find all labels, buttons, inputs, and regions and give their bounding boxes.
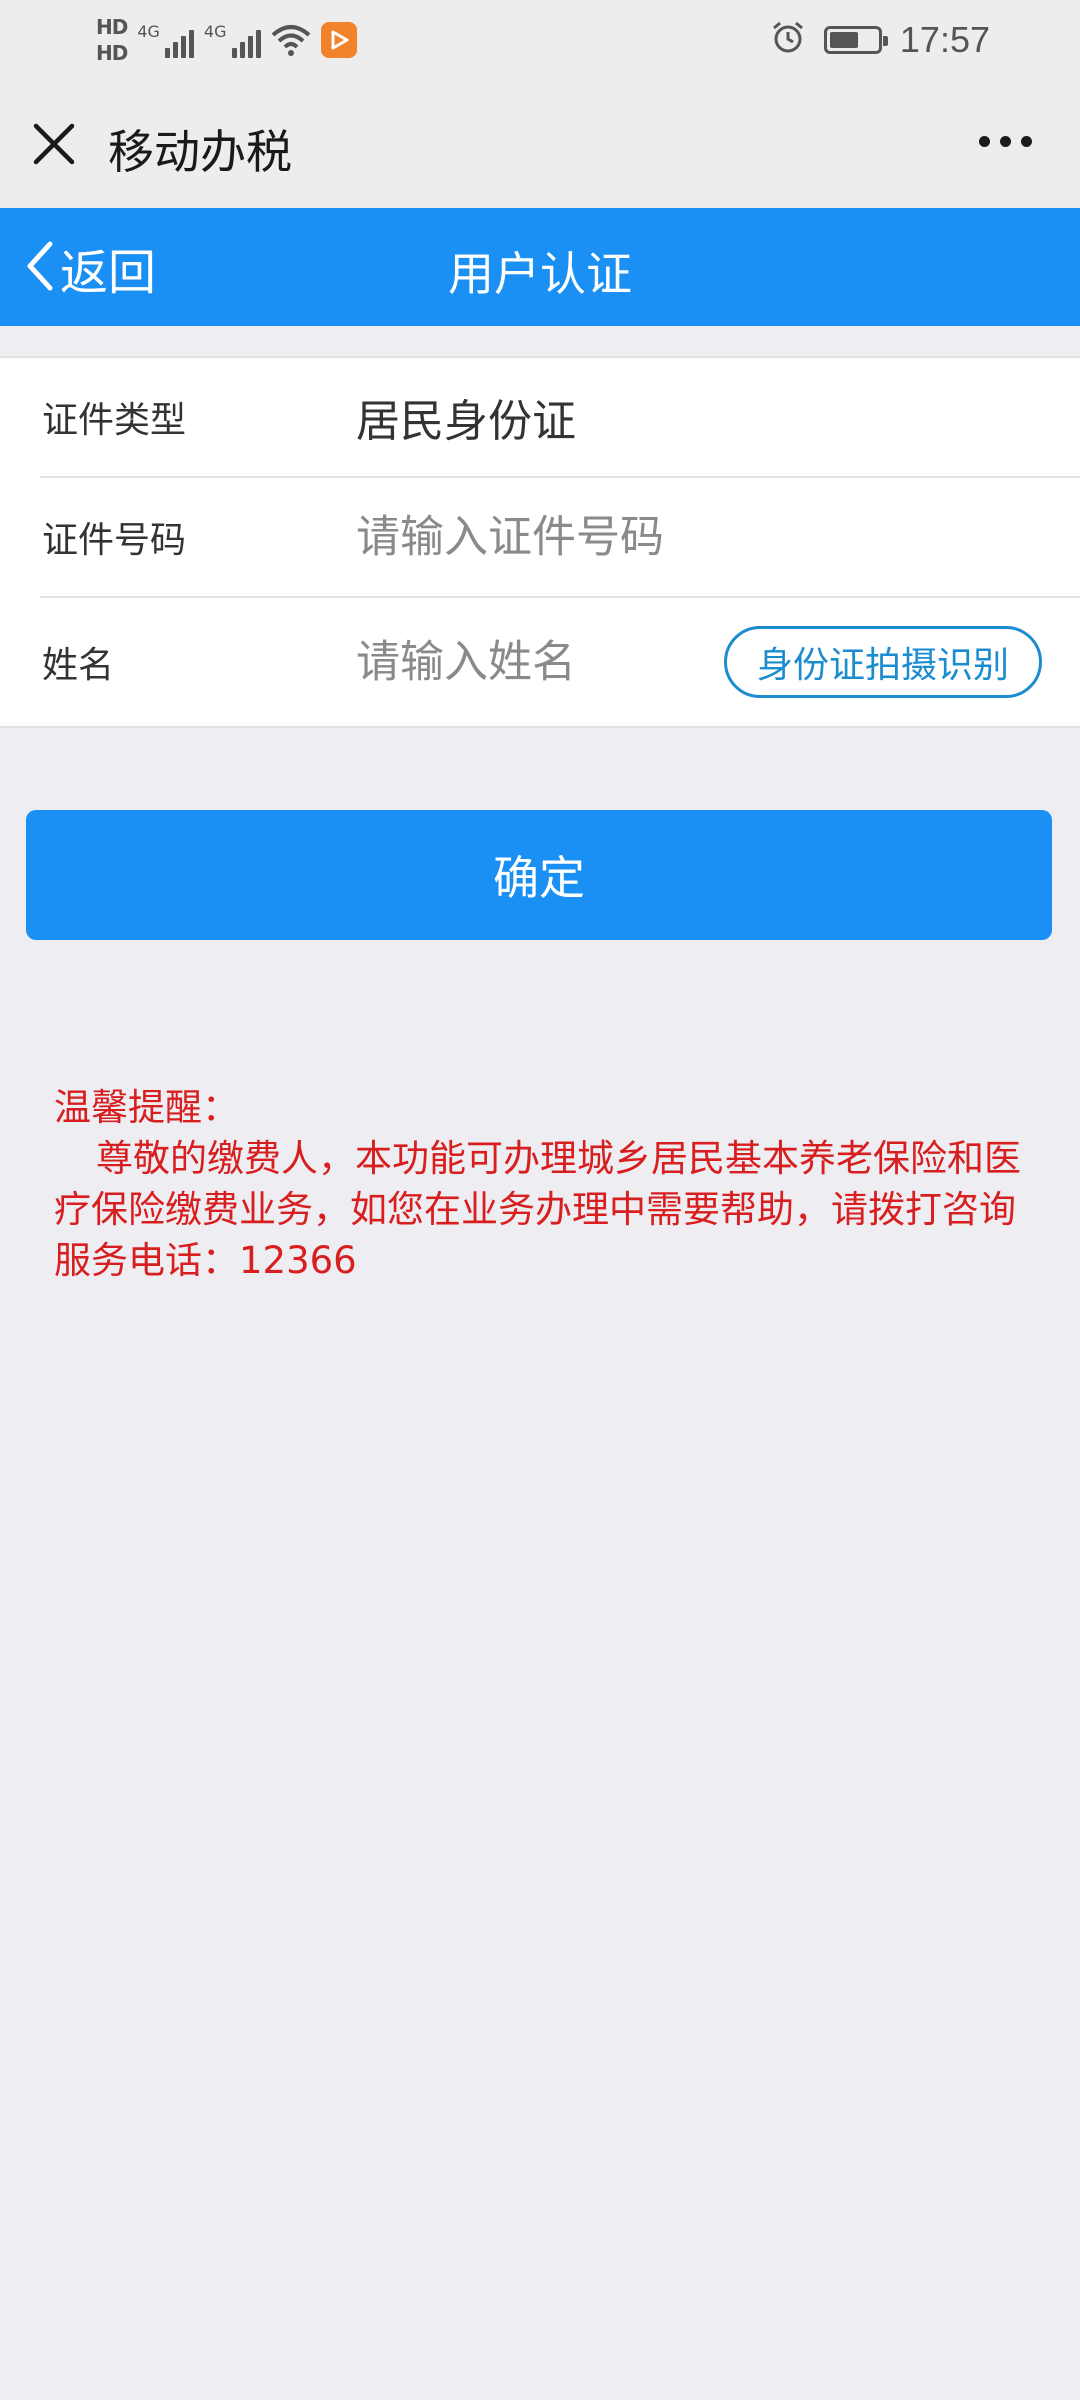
- name-input[interactable]: [356, 636, 656, 688]
- signal-bar: [172, 42, 178, 58]
- notice-title: 温馨提醒：: [54, 1086, 239, 1129]
- sim2-network-label: 4G: [203, 22, 227, 41]
- hd-indicators: HD HD: [96, 15, 128, 65]
- signal-bar: [255, 30, 261, 58]
- more-dot: [1000, 136, 1011, 147]
- wifi-icon: [271, 23, 311, 57]
- signal-bar: [188, 30, 194, 58]
- status-left: HD HD 4G 4G: [96, 8, 357, 72]
- status-right: 17:57: [770, 12, 990, 68]
- title-bar: 移动办税: [0, 80, 1080, 208]
- id-scan-button[interactable]: 身份证拍摄识别: [723, 626, 1042, 698]
- id-number-input[interactable]: [356, 511, 716, 563]
- id-type-row[interactable]: 证件类型 居民身份证: [40, 358, 1080, 478]
- notice-body: 尊敬的缴费人，本功能可办理城乡居民基本养老保险和医疗保险缴费业务，如您在业务办理…: [54, 1137, 1021, 1282]
- alarm-icon: [770, 20, 806, 60]
- signal-bar: [247, 36, 253, 58]
- notice: 温馨提醒： 尊敬的缴费人，本功能可办理城乡居民基本养老保险和医疗保险缴费业务，如…: [54, 1082, 1044, 1286]
- signal-bar: [164, 48, 170, 58]
- name-row: 姓名 身份证拍摄识别: [40, 598, 1080, 726]
- signal-bar: [231, 48, 237, 58]
- battery-fill: [829, 32, 858, 48]
- more-dot: [979, 136, 990, 147]
- more-icon[interactable]: [979, 136, 1032, 147]
- signal-icon: 4G: [204, 22, 261, 58]
- page-title: 用户认证: [448, 247, 632, 301]
- battery-icon: [823, 26, 888, 54]
- signal-bar: [180, 36, 186, 58]
- nav-header: 返回 用户认证: [0, 208, 1080, 326]
- name-label: 姓名: [42, 645, 115, 686]
- id-number-label: 证件号码: [42, 520, 187, 561]
- signal-icon: 4G: [137, 22, 194, 58]
- signal-bar: [239, 42, 245, 58]
- auth-form: 证件类型 居民身份证 证件号码 姓名 身份证拍摄识别: [0, 356, 1080, 728]
- more-dot: [1021, 136, 1032, 147]
- hd2-label: HD: [96, 41, 128, 65]
- clock: 17:57: [899, 19, 990, 60]
- close-icon[interactable]: [28, 118, 80, 170]
- status-bar: HD HD 4G 4G 17:57: [0, 0, 1080, 80]
- app-badge-icon: [320, 22, 357, 58]
- app-title: 移动办税: [108, 125, 292, 179]
- id-type-value[interactable]: 居民身份证: [356, 385, 576, 449]
- hd1-label: HD: [96, 15, 128, 39]
- sim1-network-label: 4G: [137, 22, 160, 41]
- id-type-label: 证件类型: [42, 400, 187, 441]
- id-number-row: 证件号码: [40, 478, 1080, 598]
- confirm-button[interactable]: 确定: [26, 810, 1052, 940]
